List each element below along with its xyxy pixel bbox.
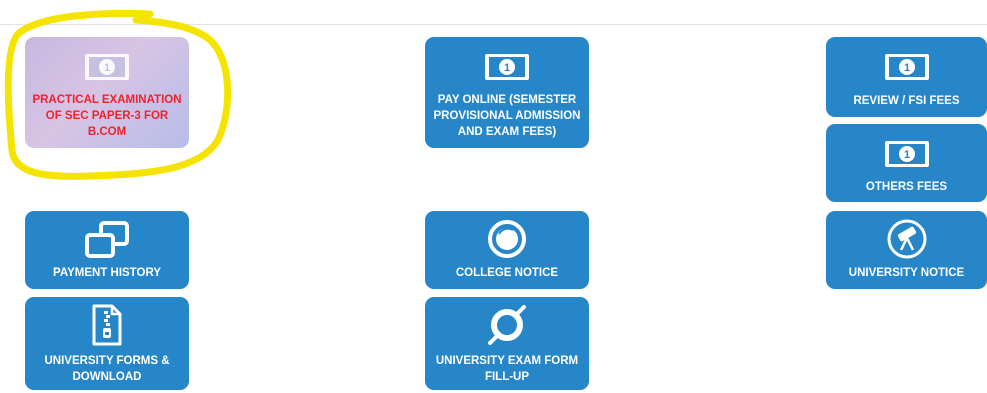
college-notice-tile[interactable]: COLLEGE NOTICE — [425, 211, 589, 289]
svg-text:1: 1 — [504, 62, 510, 74]
college-notice-label: COLLEGE NOTICE — [455, 267, 559, 279]
pay-online-tile[interactable]: 1 PAY ONLINE (SEMESTER PROVISIONAL ADMIS… — [425, 37, 589, 148]
university-notice-label: UNIVERSITY NOTICE — [848, 267, 965, 279]
payment-history-label: PAYMENT HISTORY — [53, 267, 161, 279]
zip-file-icon — [92, 304, 122, 346]
money-bill-icon: 1 — [884, 54, 929, 80]
circle-icon — [488, 220, 526, 258]
review-fees-label: REVIEW / FSI FEES — [853, 95, 960, 107]
payment-history-tile[interactable]: PAYMENT HISTORY — [25, 211, 189, 289]
overlapping-windows-icon — [85, 221, 129, 258]
exam-form-label: UNIVERSITY EXAM FORM FILL-UP — [435, 355, 579, 383]
svg-text:1: 1 — [104, 62, 110, 74]
svg-text:1: 1 — [903, 149, 909, 161]
review-fees-tile[interactable]: 1 REVIEW / FSI FEES — [826, 37, 987, 117]
pay-online-label: PAY ONLINE (SEMESTER PROVISIONAL ADMISSI… — [433, 94, 581, 138]
university-forms-tile[interactable]: UNIVERSITY FORMS & DOWNLOAD — [25, 297, 189, 390]
ring-icon — [488, 305, 526, 345]
telescope-icon — [887, 219, 926, 259]
top-divider — [0, 24, 987, 25]
practical-exam-tile[interactable]: 1 PRACTICAL EXAMINATION OF SEC PAPER-3 F… — [25, 37, 189, 148]
money-bill-icon: 1 — [485, 54, 529, 80]
university-forms-label: UNIVERSITY FORMS & DOWNLOAD — [44, 355, 170, 383]
svg-text:1: 1 — [903, 62, 909, 74]
practical-exam-label: PRACTICAL EXAMINATION OF SEC PAPER-3 FOR… — [32, 94, 182, 138]
others-fees-tile[interactable]: 1 OTHERS FEES — [826, 124, 987, 202]
money-bill-icon: 1 — [884, 141, 929, 167]
others-fees-label: OTHERS FEES — [865, 181, 948, 193]
money-bill-icon: 1 — [85, 54, 129, 80]
university-notice-tile[interactable]: UNIVERSITY NOTICE — [826, 211, 987, 289]
exam-form-tile[interactable]: UNIVERSITY EXAM FORM FILL-UP — [425, 297, 589, 390]
